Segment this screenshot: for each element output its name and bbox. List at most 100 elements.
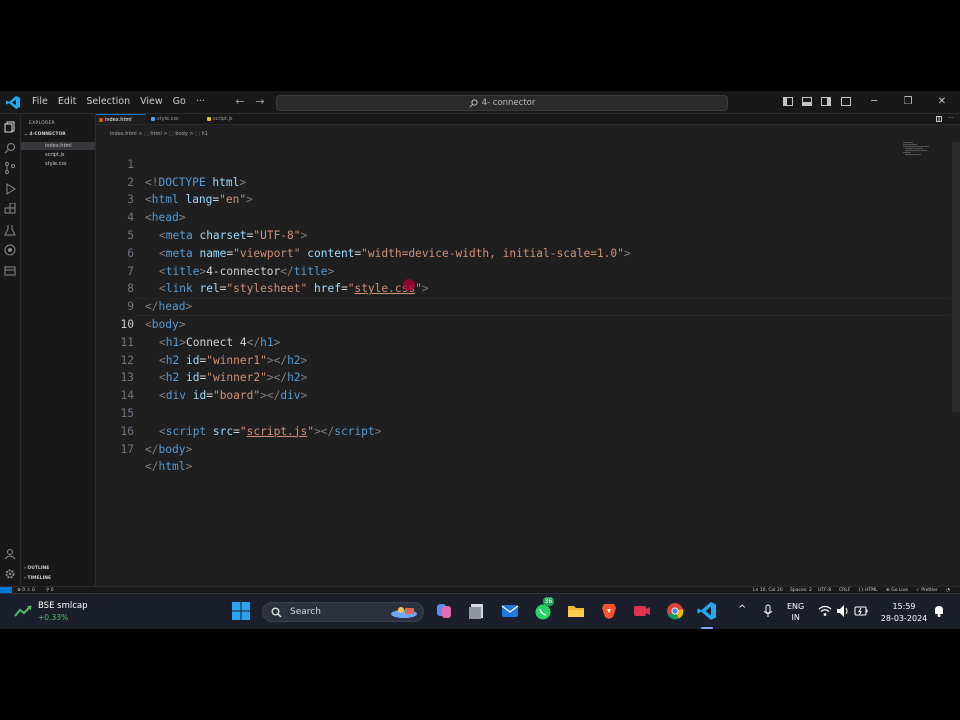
tab-style-css[interactable]: style.css — [148, 114, 196, 124]
code-line-15: 15 <script src="script.js"></script> — [96, 387, 896, 438]
outline-label: OUTLINE — [27, 566, 50, 571]
toggle-secondary-sidebar-icon[interactable] — [821, 97, 831, 106]
split-editor-icon[interactable] — [936, 116, 942, 122]
notification-bell-icon[interactable] — [932, 604, 946, 618]
file-explorer-icon[interactable] — [467, 601, 487, 621]
code-line-16: 16 </body> — [96, 405, 896, 456]
code-line-10: 10 <h1>Connect 4</h1> — [96, 298, 896, 349]
timeline-section[interactable]: › TIMELINE — [24, 576, 51, 581]
title-bar: File Edit Selection View Go ··· ← → 4- c… — [0, 91, 960, 114]
code-line-14: 14 — [96, 369, 896, 402]
testing-icon[interactable] — [4, 224, 16, 236]
region-code: IN — [791, 613, 800, 622]
line-number: 17 — [120, 442, 134, 456]
forward-arrow-icon[interactable]: → — [253, 95, 267, 109]
code-line-2: 2 <html lang="en"> — [96, 156, 896, 207]
file-style-css[interactable]: style.css — [21, 160, 95, 168]
close-icon[interactable]: ✕ — [935, 95, 949, 109]
menu-view[interactable]: View — [135, 91, 168, 113]
more-actions-icon[interactable]: ··· — [948, 114, 954, 124]
explorer-header: EXPLORER — [29, 121, 56, 126]
breadcrumb[interactable]: index.html > ⬚ html > ⬚ body > ⬚ h1 — [110, 131, 208, 137]
extensions-icon[interactable] — [4, 203, 16, 215]
windows-start-icon[interactable] — [231, 601, 251, 621]
code-line-7: 7 <link rel="stylesheet" href="style.css… — [96, 245, 896, 296]
code-line-13: 13 <div id="board"></div> — [96, 352, 896, 402]
code-editor[interactable]: 1 <!DOCTYPE html> 2 <html lang="en"> 3 <… — [96, 138, 951, 586]
tab-index-html[interactable]: index.html — [96, 114, 146, 124]
vscode-taskbar-icon[interactable] — [697, 601, 717, 621]
widget-value: +0.33% — [38, 613, 69, 622]
menu-selection[interactable]: Selection — [81, 91, 135, 113]
code-line-1: 1 <!DOCTYPE html> — [96, 138, 896, 189]
vscode-window: File Edit Selection View Go ··· ← → 4- c… — [0, 91, 960, 629]
clock[interactable]: 15:59 28-03-2024 — [878, 601, 930, 625]
explorer-icon[interactable] — [4, 121, 16, 133]
run-debug-icon[interactable] — [4, 183, 16, 195]
restore-icon[interactable]: ❐ — [901, 95, 915, 109]
chrome-icon[interactable] — [665, 601, 685, 621]
toggle-primary-sidebar-icon[interactable] — [783, 97, 793, 106]
project-folder[interactable]: ⌄ 4-CONNECTOR — [24, 132, 66, 137]
chevron-up-icon[interactable]: ^ — [738, 604, 746, 615]
command-center[interactable]: 4- connector — [276, 95, 728, 111]
menu-go[interactable]: Go — [168, 91, 191, 113]
command-center-label: 4- connector — [481, 98, 536, 108]
active-app-indicator — [701, 627, 713, 629]
search-icon[interactable] — [4, 142, 16, 154]
tab-label: style.css — [157, 116, 179, 122]
language-indicator[interactable]: ENG IN — [787, 601, 804, 623]
customize-layout-icon[interactable] — [841, 97, 851, 106]
remote-explorer-icon[interactable] — [4, 244, 16, 256]
back-arrow-icon[interactable]: ← — [233, 95, 247, 109]
account-icon[interactable] — [4, 548, 16, 560]
clock-date: 28-03-2024 — [880, 614, 928, 623]
code-line-6: 6 <title>4-connector</title> — [96, 227, 896, 278]
menu-file[interactable]: File — [27, 91, 53, 113]
minimize-icon[interactable]: ─ — [867, 95, 881, 109]
minimap[interactable] — [903, 142, 939, 156]
wifi-icon[interactable] — [818, 604, 832, 618]
explorer-sidebar: EXPLORER ⌄ 4-CONNECTOR index.html script… — [21, 114, 96, 586]
language-code: ENG — [787, 602, 805, 611]
folder-icon[interactable] — [566, 601, 586, 621]
code-line-3: 3 <head> — [96, 174, 896, 224]
whatsapp-badge: 36 — [543, 597, 554, 606]
code-line-17: 17 </html> — [96, 423, 896, 474]
file-script-js[interactable]: script.js — [21, 151, 95, 159]
code-line-8: 8 </head> — [96, 263, 896, 313]
settings-gear-icon[interactable] — [4, 568, 16, 580]
file-index-html[interactable]: index.html — [21, 142, 95, 150]
clock-time: 15:59 — [892, 602, 916, 611]
microphone-icon[interactable] — [760, 603, 776, 619]
menu-bar: File Edit Selection View Go ··· — [27, 91, 210, 113]
code-line-4: 4 <meta charset="UTF-8"> — [96, 191, 896, 242]
menu-edit[interactable]: Edit — [53, 91, 81, 113]
html-file-icon — [99, 118, 103, 122]
search-icon — [271, 607, 282, 618]
live-server-icon[interactable] — [4, 265, 16, 277]
source-control-icon[interactable] — [4, 162, 16, 174]
activity-bar — [0, 114, 21, 586]
code-line-5: 5 <meta name="viewport" content="width=d… — [96, 209, 896, 260]
mail-icon[interactable] — [500, 601, 520, 621]
screen-recorder-icon[interactable] — [632, 601, 652, 621]
menu-more[interactable]: ··· — [191, 91, 210, 113]
js-file-icon — [207, 117, 211, 121]
editor-scrollbar[interactable] — [952, 142, 960, 412]
tab-script-js[interactable]: script.js — [204, 114, 248, 124]
windows-taskbar: BSE smlcap +0.33% Search 36 ^ ENG IN 15:… — [0, 593, 960, 629]
stock-chart-icon[interactable] — [14, 604, 32, 618]
copilot-icon[interactable] — [434, 601, 454, 621]
folder-name: 4-CONNECTOR — [29, 132, 66, 137]
volume-icon[interactable] — [836, 604, 850, 618]
taskbar-search[interactable]: Search — [262, 602, 424, 622]
brave-browser-icon[interactable] — [599, 601, 619, 621]
code-line-11: 11 <h2 id="winner1"></h2> — [96, 316, 896, 367]
battery-icon[interactable] — [854, 604, 868, 618]
outline-section[interactable]: › OUTLINE — [24, 566, 49, 571]
toggle-panel-icon[interactable] — [802, 97, 812, 106]
tab-label: script.js — [213, 116, 233, 122]
widget-title[interactable]: BSE smlcap — [38, 601, 88, 611]
timeline-label: TIMELINE — [27, 576, 52, 581]
